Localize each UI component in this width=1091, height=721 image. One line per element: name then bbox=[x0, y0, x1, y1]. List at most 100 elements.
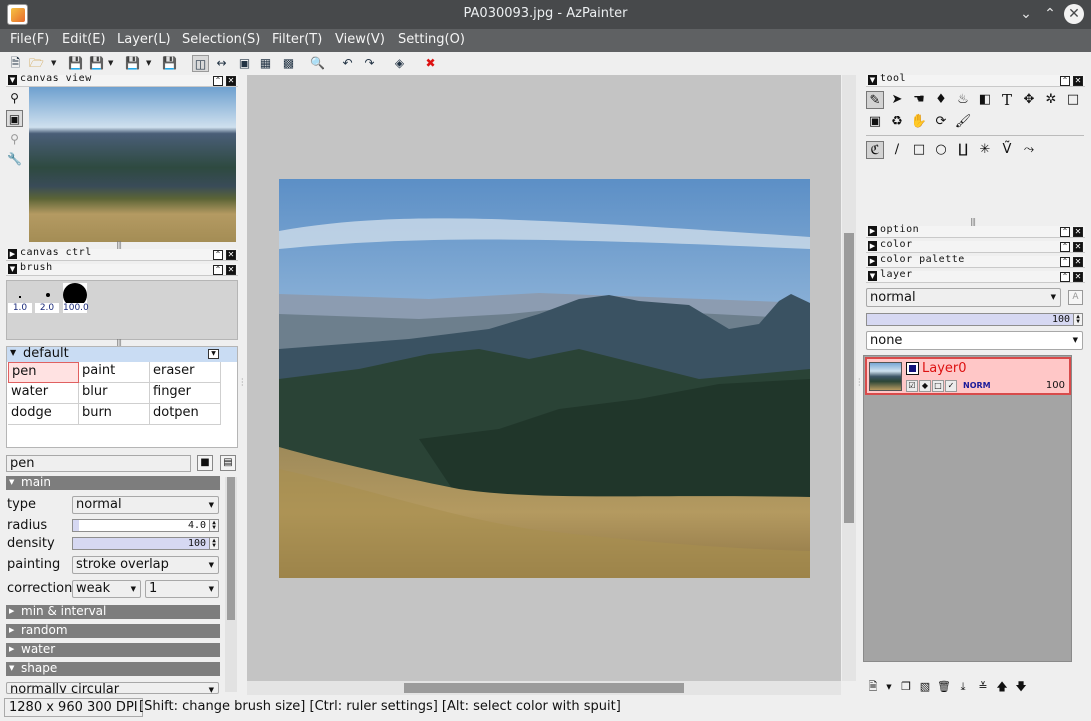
canvas-image[interactable] bbox=[279, 179, 810, 578]
export-arrow-icon[interactable]: ▼ bbox=[146, 55, 153, 72]
brush-name-field[interactable]: pen bbox=[6, 455, 191, 472]
open-folder-icon[interactable]: 🗁 bbox=[28, 55, 45, 72]
layer-visibility-icon[interactable] bbox=[906, 362, 919, 375]
undock-icon[interactable]: ⌃ bbox=[213, 265, 223, 275]
magic-wand-icon[interactable]: ✲ bbox=[1042, 91, 1060, 109]
collapse-triangle-icon[interactable]: ▼ bbox=[868, 271, 877, 281]
menu-layer[interactable]: Layer(L) bbox=[117, 32, 171, 47]
zoom-in-icon[interactable]: ⚲ bbox=[6, 90, 23, 107]
bucket-icon[interactable]: ♨ bbox=[954, 91, 972, 109]
layer-check-icon[interactable]: ✓ bbox=[945, 380, 957, 392]
selection-rect-icon[interactable]: □ bbox=[1064, 91, 1082, 109]
spuit-icon[interactable]: 🖌 bbox=[954, 113, 972, 131]
brush-tool-icon[interactable]: ✎ bbox=[866, 91, 884, 109]
grid-icon[interactable]: ▦ bbox=[257, 55, 274, 72]
gradient-icon[interactable]: ◧ bbox=[976, 91, 994, 109]
menu-view[interactable]: View(V) bbox=[335, 32, 385, 47]
stamp-icon[interactable]: ♻ bbox=[888, 113, 906, 131]
section-shape[interactable]: shape bbox=[6, 662, 220, 676]
fill-tool-icon[interactable]: ☚ bbox=[910, 91, 928, 109]
layer-opacity-slider[interactable]: 100 ▲ ▼ bbox=[866, 313, 1083, 326]
spinner-icon[interactable]: ▲ ▼ bbox=[1073, 314, 1082, 325]
layer-fill-ref-icon[interactable]: ◆ bbox=[919, 380, 931, 392]
alpha-lock-icon[interactable]: A bbox=[1068, 290, 1083, 305]
color-panel-header[interactable]: ▶ color ⌃ ✕ bbox=[866, 239, 1085, 253]
density-slider[interactable]: 100 ▲ ▼ bbox=[72, 537, 219, 550]
painting-select[interactable]: stroke overlap ▼ bbox=[72, 556, 219, 574]
open-recent-arrow-icon[interactable]: ▼ bbox=[51, 55, 58, 72]
undock-icon[interactable]: ⌃ bbox=[1060, 227, 1070, 237]
shape-select[interactable]: normally circular ▼ bbox=[6, 682, 219, 694]
undock-icon[interactable]: ⌃ bbox=[213, 76, 223, 86]
delete-layer-icon[interactable]: 🗑 bbox=[937, 680, 951, 694]
new-layer-arrow-icon[interactable]: ▼ bbox=[882, 680, 896, 694]
radius-slider[interactable]: 4.0 ▲ ▼ bbox=[72, 519, 219, 532]
loupe-icon[interactable]: ⚲ bbox=[6, 131, 23, 148]
close-icon[interactable]: ✕ bbox=[1073, 242, 1083, 252]
fit-window-icon[interactable]: ▣ bbox=[236, 55, 253, 72]
undo-icon[interactable]: ↶ bbox=[339, 55, 356, 72]
brush-settings-scrollbar[interactable] bbox=[225, 477, 237, 692]
brush-size-item[interactable]: 100.0 bbox=[63, 303, 89, 313]
close-icon[interactable]: ✕ bbox=[1064, 4, 1084, 24]
brush-item-blur[interactable]: blur bbox=[79, 383, 150, 404]
dotpen-tool-icon[interactable]: ➤ bbox=[888, 91, 906, 109]
brush-size-item[interactable]: 2.0 bbox=[35, 303, 59, 313]
move-tool-icon[interactable]: ✥ bbox=[1020, 91, 1038, 109]
move-down-icon[interactable]: 🡇 bbox=[1014, 680, 1028, 694]
save-as-icon[interactable]: 💾 bbox=[88, 55, 105, 72]
close-icon[interactable]: ✕ bbox=[1073, 227, 1083, 237]
maximize-icon[interactable]: ⌃ bbox=[1040, 4, 1060, 24]
brush-item-water[interactable]: water bbox=[8, 383, 79, 404]
color-palette-panel-header[interactable]: ▶ color palette ⌃ ✕ bbox=[866, 254, 1085, 268]
canvas-view-thumbnail[interactable] bbox=[29, 87, 236, 242]
layer-list-scrollbar[interactable] bbox=[1072, 355, 1086, 662]
brush-item-finger[interactable]: finger bbox=[150, 383, 221, 404]
close-icon[interactable]: ✕ bbox=[1073, 76, 1083, 86]
text-tool-icon[interactable]: T bbox=[998, 91, 1016, 109]
menu-setting[interactable]: Setting(O) bbox=[398, 32, 465, 47]
brush-item-pen[interactable]: pen bbox=[8, 362, 79, 383]
menu-filter[interactable]: Filter(T) bbox=[272, 32, 322, 47]
undock-icon[interactable]: ⌃ bbox=[1060, 76, 1070, 86]
brush-item-burn[interactable]: burn bbox=[79, 404, 150, 425]
brush-options-icon[interactable]: ▤ bbox=[220, 455, 236, 471]
fit-view-icon[interactable]: ▣ bbox=[6, 110, 23, 127]
canvas-ctrl-panel-header[interactable]: ▶ canvas ctrl ⌃ ✕ bbox=[6, 247, 238, 261]
hand-icon[interactable]: ✋ bbox=[910, 113, 928, 131]
clear-selection-icon[interactable]: ✖ bbox=[422, 55, 439, 72]
spinner-icon[interactable]: ▲ ▼ bbox=[209, 538, 218, 549]
zoom-icon[interactable]: 🔍 bbox=[309, 55, 326, 72]
collapse-triangle-icon[interactable]: ▼ bbox=[8, 264, 17, 274]
brush-item-dotpen[interactable]: dotpen bbox=[150, 404, 221, 425]
deselect-icon[interactable]: ◈ bbox=[391, 55, 408, 72]
close-icon[interactable]: ✕ bbox=[226, 76, 236, 86]
undock-icon[interactable]: ⌃ bbox=[1060, 257, 1070, 267]
duplicate-layer-icon[interactable]: ❐ bbox=[899, 680, 913, 694]
new-file-icon[interactable]: 🗎 bbox=[7, 55, 24, 72]
rectangle-subtool-icon[interactable]: □ bbox=[910, 141, 928, 159]
save-brush-icon[interactable]: ■ bbox=[197, 455, 213, 471]
expand-triangle-icon[interactable]: ▶ bbox=[868, 226, 877, 236]
layer-blend-select[interactable]: normal ▼ bbox=[866, 288, 1061, 307]
undock-icon[interactable]: ⌃ bbox=[213, 250, 223, 260]
eraser-fill-icon[interactable]: ♦ bbox=[932, 91, 950, 109]
layer-panel-header[interactable]: ▼ layer ⌃ ✕ bbox=[866, 269, 1085, 283]
brush-item-eraser[interactable]: eraser bbox=[150, 362, 221, 383]
undock-icon[interactable]: ⌃ bbox=[1060, 272, 1070, 282]
collapse-triangle-icon[interactable]: ▼ bbox=[8, 75, 17, 85]
expand-triangle-icon[interactable]: ▶ bbox=[868, 241, 877, 251]
spline-subtool-icon[interactable]: ⤳ bbox=[1020, 141, 1038, 159]
concentric-subtool-icon[interactable]: ✳ bbox=[976, 141, 994, 159]
ellipse-subtool-icon[interactable]: ○ bbox=[932, 141, 950, 159]
line-subtool-icon[interactable]: ∕ bbox=[888, 141, 906, 159]
bezier-points-icon[interactable]: Ṽ bbox=[998, 141, 1016, 159]
close-icon[interactable]: ✕ bbox=[1073, 272, 1083, 282]
merge-down-icon[interactable]: ⤓ bbox=[956, 680, 970, 694]
canvas-view-panel-header[interactable]: ▼ canvas view ⌃ ✕ bbox=[6, 73, 238, 87]
section-random[interactable]: random bbox=[6, 624, 220, 638]
flip-horizontal-icon[interactable]: ↔ bbox=[213, 55, 230, 72]
undock-icon[interactable]: ⌃ bbox=[1060, 242, 1070, 252]
scrollbar-thumb[interactable] bbox=[844, 233, 854, 523]
group-menu-icon[interactable]: ▼ bbox=[208, 349, 219, 359]
